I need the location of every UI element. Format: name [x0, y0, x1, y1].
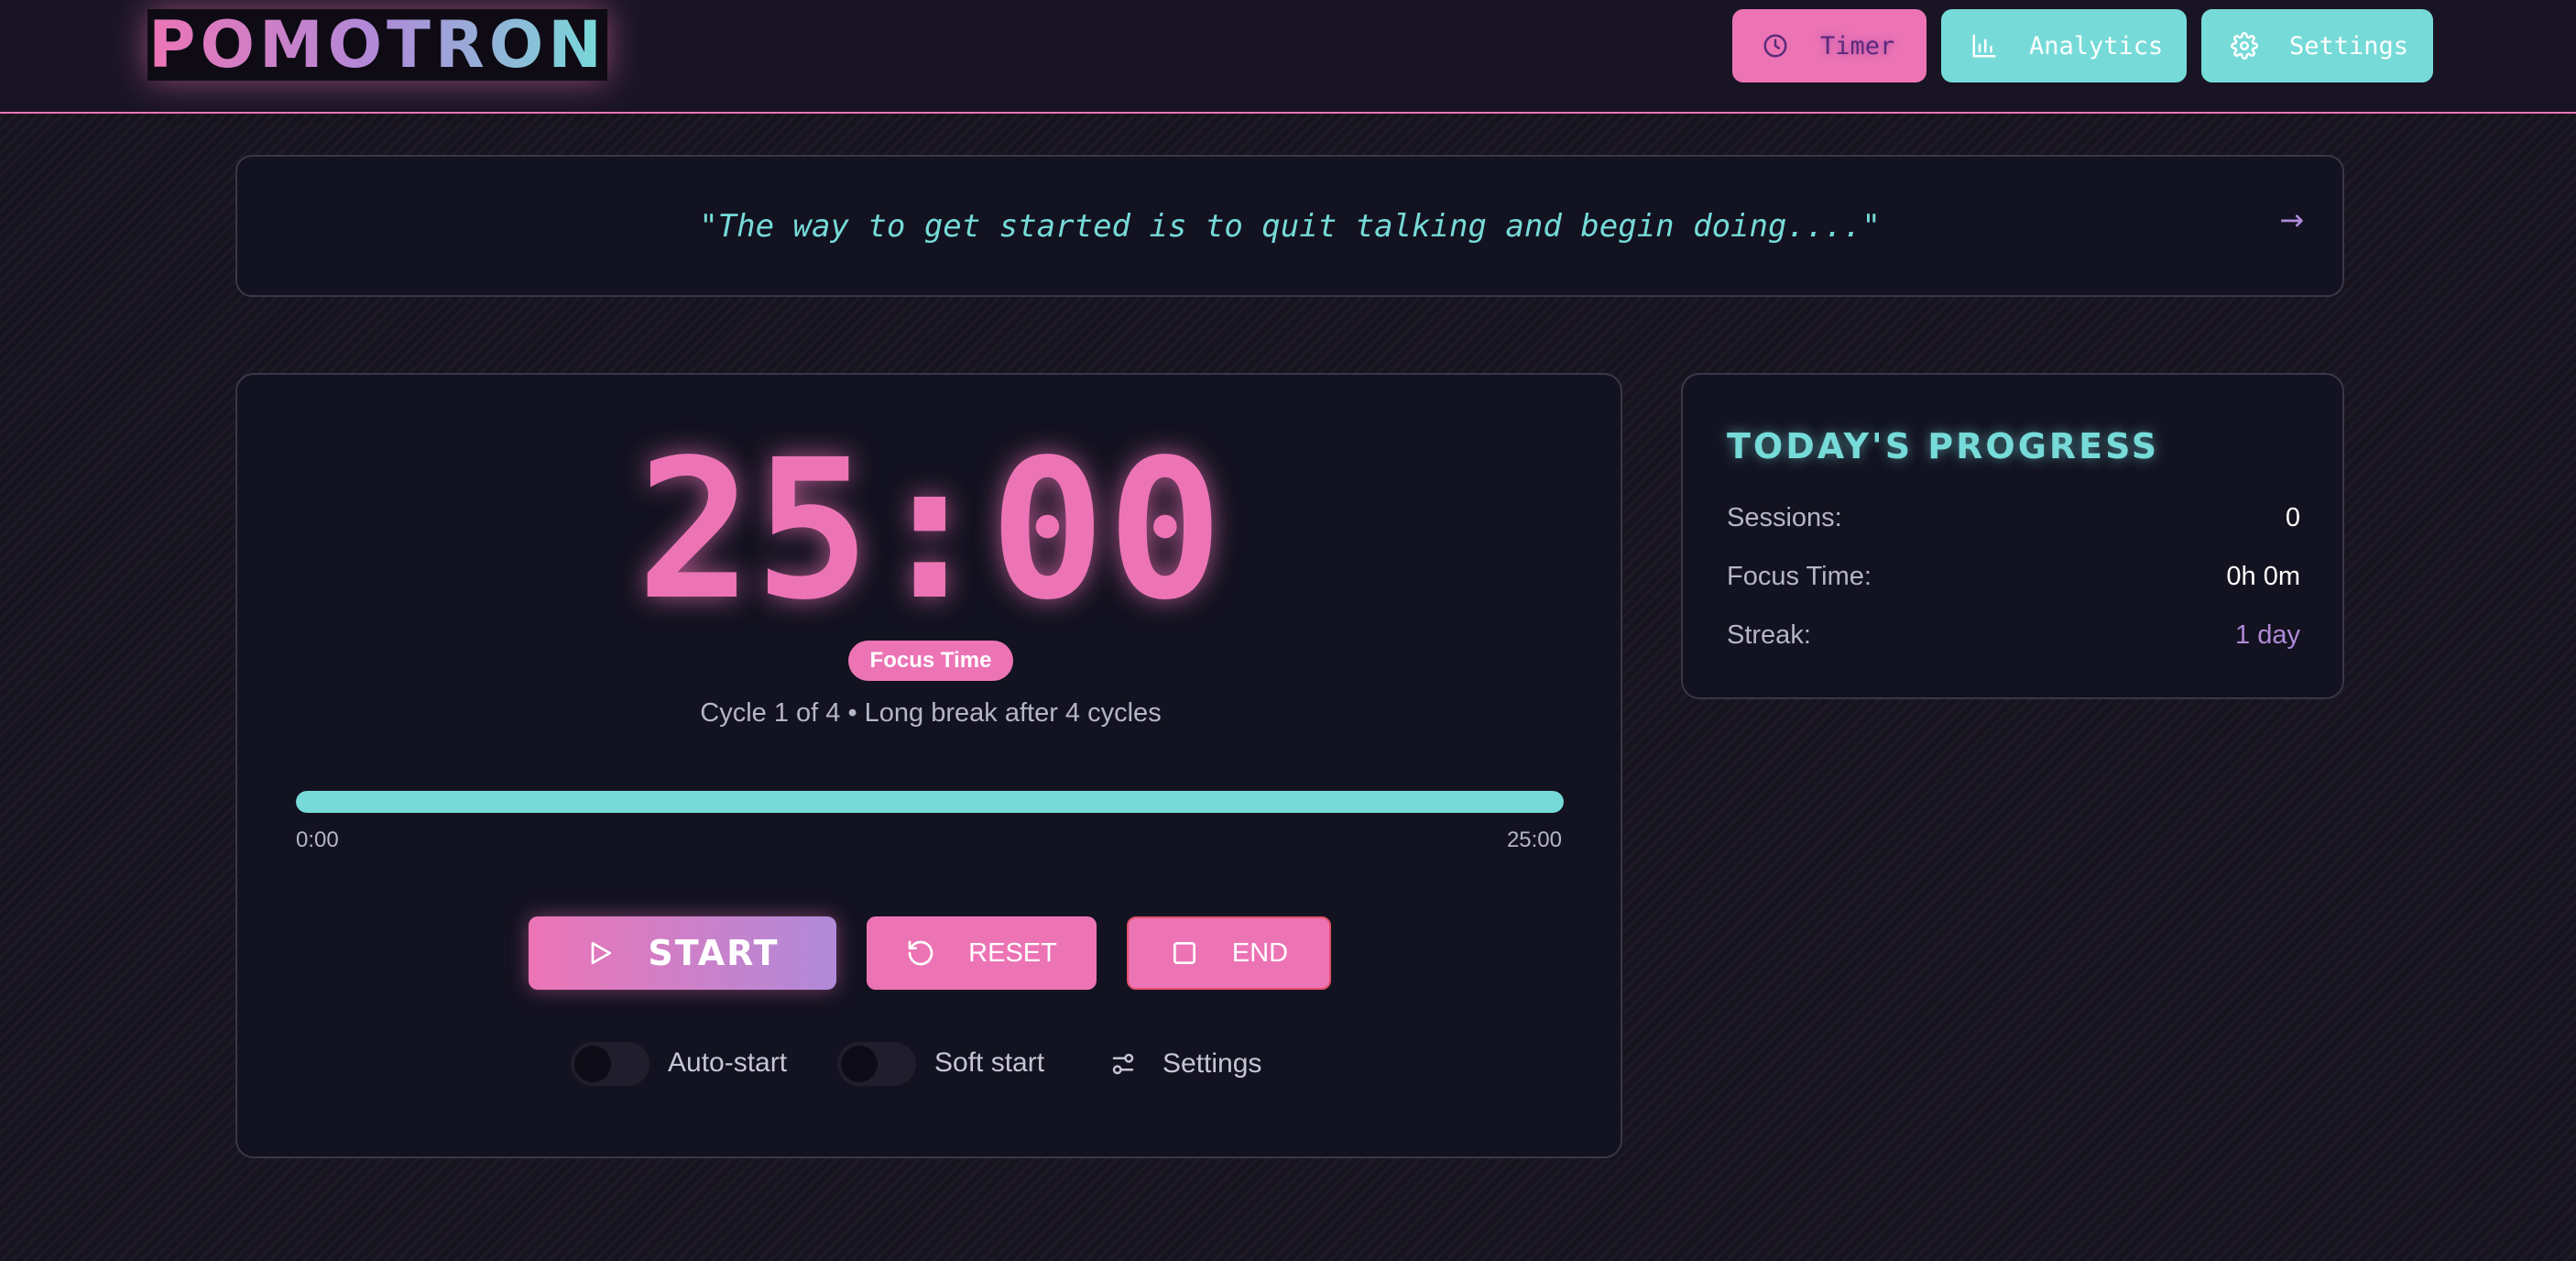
nav-timer-button[interactable]: Timer [1732, 9, 1927, 82]
stat-row-sessions: Sessions: 0 [1727, 503, 2300, 533]
cycle-info: Cycle 1 of 4 • Long break after 4 cycles [700, 698, 1162, 728]
next-quote-arrow-icon[interactable]: → [2279, 203, 2304, 237]
progress-end-label: 25:00 [1506, 828, 1562, 852]
reset-button[interactable]: RESET [867, 916, 1097, 990]
end-button[interactable]: END [1127, 916, 1331, 990]
quote-text: "The way to get started is to quit talki… [699, 207, 1881, 245]
stop-icon [1173, 942, 1195, 964]
auto-start-label: Auto-start [668, 1047, 788, 1078]
toggle-knob [841, 1046, 878, 1082]
progress-bar [296, 791, 1564, 813]
start-button[interactable]: START [529, 916, 836, 990]
nav-analytics-button[interactable]: Analytics [1941, 9, 2187, 82]
timer-display: 25:00 [636, 418, 1226, 642]
reset-button-label: RESET [968, 938, 1057, 968]
top-bar: POMOTRON Timer Analytics Settings [0, 0, 2576, 114]
app-logo: POMOTRON [147, 7, 607, 82]
timer-settings-label: Settings [1162, 1048, 1262, 1079]
gear-icon [2231, 32, 2258, 60]
progress-start-label: 0:00 [296, 828, 339, 852]
nav-analytics-label: Analytics [2029, 31, 2164, 60]
nav-timer-label: Timer [1820, 31, 1895, 60]
todays-progress-card: TODAY'S PROGRESS Sessions: 0 Focus Time:… [1681, 373, 2344, 699]
bar-chart-icon [1972, 34, 1996, 58]
stat-label: Focus Time: [1727, 562, 1872, 591]
stat-value: 0h 0m [2226, 562, 2300, 591]
stat-value: 0 [2285, 503, 2300, 532]
mode-badge: Focus Time [848, 641, 1013, 681]
quote-banner: "The way to get started is to quit talki… [235, 155, 2344, 297]
auto-start-toggle[interactable] [571, 1042, 649, 1086]
start-button-label: START [648, 933, 780, 973]
stat-value: 1 day [2235, 620, 2300, 650]
toggle-knob [574, 1046, 611, 1082]
clock-icon [1763, 34, 1787, 58]
stat-row-focus-time: Focus Time: 0h 0m [1727, 562, 2300, 592]
stat-label: Sessions: [1727, 503, 1842, 532]
stat-label: Streak: [1727, 620, 1811, 650]
play-icon [592, 942, 612, 964]
end-button-label: END [1231, 938, 1289, 968]
soft-start-label: Soft start [934, 1047, 1045, 1078]
nav-settings-label: Settings [2289, 31, 2409, 60]
stat-row-streak: Streak: 1 day [1727, 620, 2300, 651]
progress-card-title: TODAY'S PROGRESS [1727, 426, 2160, 466]
progress-bar-fill [296, 791, 1564, 813]
timer-settings-link[interactable]: Settings [1109, 1042, 1261, 1086]
nav-settings-button[interactable]: Settings [2201, 9, 2433, 82]
timer-card: 25:00 Focus Time Cycle 1 of 4 • Long bre… [235, 373, 1622, 1158]
soft-start-toggle[interactable] [837, 1042, 916, 1086]
reset-icon [908, 940, 933, 966]
sliders-icon [1112, 1053, 1134, 1075]
